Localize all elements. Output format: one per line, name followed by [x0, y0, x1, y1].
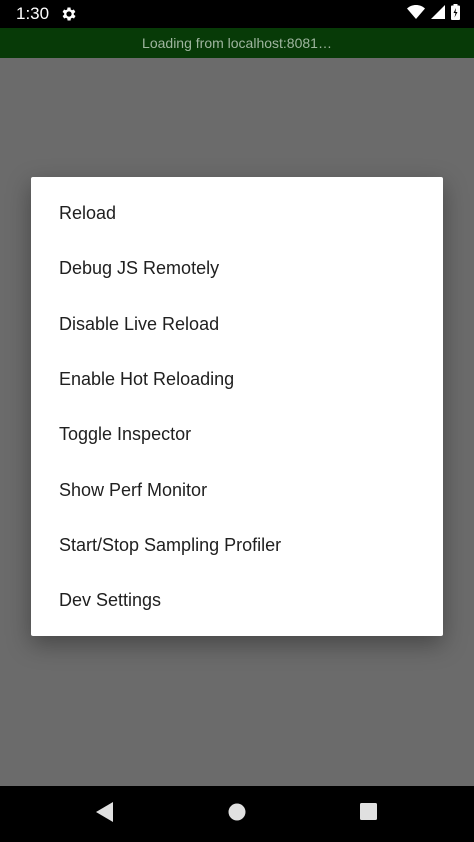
gear-icon — [60, 5, 78, 23]
menu-item-sampling-profiler[interactable]: Start/Stop Sampling Profiler — [31, 518, 443, 573]
battery-icon — [451, 3, 460, 25]
status-time: 1:30 — [16, 4, 50, 23]
navigation-bar — [0, 786, 474, 842]
menu-item-enable-hot-reloading[interactable]: Enable Hot Reloading — [31, 352, 443, 407]
dev-menu-dialog: Reload Debug JS Remotely Disable Live Re… — [31, 177, 443, 636]
menu-item-disable-live-reload[interactable]: Disable Live Reload — [31, 297, 443, 352]
status-bar: 1:30 — [0, 0, 474, 28]
loading-banner: Loading from localhost:8081… — [0, 28, 474, 58]
menu-item-reload[interactable]: Reload — [31, 186, 443, 241]
menu-item-toggle-inspector[interactable]: Toggle Inspector — [31, 407, 443, 462]
home-button[interactable] — [207, 786, 267, 842]
recents-button[interactable] — [338, 786, 398, 842]
wifi-icon — [407, 4, 425, 24]
back-button[interactable] — [75, 786, 135, 842]
menu-item-debug-js-remotely[interactable]: Debug JS Remotely — [31, 241, 443, 296]
menu-item-dev-settings[interactable]: Dev Settings — [31, 573, 443, 628]
back-icon — [96, 801, 114, 827]
dev-menu-list: Reload Debug JS Remotely Disable Live Re… — [31, 186, 443, 628]
recents-icon — [359, 803, 377, 825]
signal-icon — [431, 4, 445, 24]
home-icon — [228, 803, 246, 826]
menu-item-show-perf-monitor[interactable]: Show Perf Monitor — [31, 462, 443, 517]
status-icons — [407, 3, 460, 25]
